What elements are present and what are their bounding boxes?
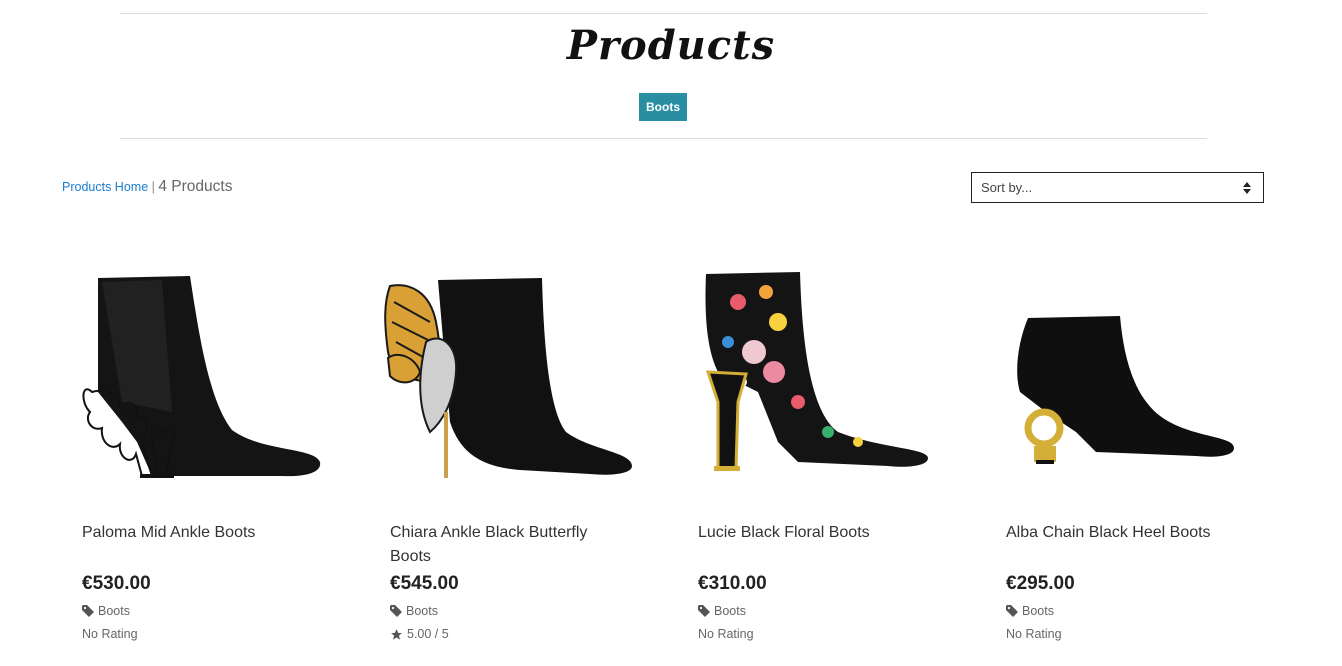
- product-price: €545.00: [390, 573, 459, 594]
- tag-icon: [1006, 605, 1018, 617]
- product-rating: No Rating: [1006, 627, 1062, 641]
- page-title: Products: [566, 22, 776, 69]
- header-divider-top: [120, 13, 1207, 14]
- breadcrumb: Products Home | 4 Products: [62, 178, 232, 196]
- star-icon: [391, 628, 402, 640]
- product-card[interactable]: Chiara Ankle Black Butterfly Boots €545.…: [370, 262, 640, 641]
- product-category-label: Boots: [406, 604, 438, 618]
- product-category[interactable]: Boots: [1006, 604, 1054, 618]
- breadcrumb-separator: |: [151, 180, 155, 194]
- product-price: €310.00: [698, 573, 767, 594]
- tag-icon: [390, 605, 402, 617]
- product-category[interactable]: Boots: [698, 604, 746, 618]
- tag-icon: [82, 605, 94, 617]
- product-image[interactable]: [62, 262, 332, 492]
- tag-icon: [698, 605, 710, 617]
- header-divider-bottom: [120, 138, 1207, 139]
- product-category-label: Boots: [714, 604, 746, 618]
- product-name[interactable]: Chiara Ankle Black Butterfly Boots: [390, 521, 620, 569]
- product-rating-label: No Rating: [82, 627, 138, 641]
- product-card[interactable]: Lucie Black Floral Boots €310.00 Boots N…: [678, 262, 948, 641]
- product-category[interactable]: Boots: [82, 604, 130, 618]
- product-rating: 5.00 / 5: [390, 627, 449, 641]
- product-rating-label: No Rating: [698, 627, 754, 641]
- product-rating-label: 5.00 / 5: [407, 627, 449, 641]
- product-price: €295.00: [1006, 573, 1075, 594]
- select-arrows-icon: [1243, 182, 1251, 194]
- product-name[interactable]: Lucie Black Floral Boots: [698, 521, 928, 545]
- product-image[interactable]: [986, 262, 1256, 492]
- products-home-link[interactable]: Products Home: [62, 180, 148, 194]
- sort-select-label: Sort by...: [981, 180, 1033, 195]
- sort-select[interactable]: Sort by...: [971, 172, 1264, 203]
- product-count: 4 Products: [158, 178, 233, 195]
- product-image[interactable]: [370, 262, 640, 492]
- product-name[interactable]: Alba Chain Black Heel Boots: [1006, 521, 1236, 545]
- product-category[interactable]: Boots: [390, 604, 438, 618]
- category-filter-button[interactable]: Boots: [639, 93, 687, 121]
- product-rating: No Rating: [698, 627, 754, 641]
- product-price: €530.00: [82, 573, 151, 594]
- product-card[interactable]: Paloma Mid Ankle Boots €530.00 Boots No …: [62, 262, 332, 641]
- product-rating-label: No Rating: [1006, 627, 1062, 641]
- product-category-label: Boots: [1022, 604, 1054, 618]
- product-card[interactable]: Alba Chain Black Heel Boots €295.00 Boot…: [986, 262, 1256, 641]
- product-image[interactable]: [678, 262, 948, 492]
- product-name[interactable]: Paloma Mid Ankle Boots: [82, 521, 312, 545]
- product-category-label: Boots: [98, 604, 130, 618]
- product-rating: No Rating: [82, 627, 138, 641]
